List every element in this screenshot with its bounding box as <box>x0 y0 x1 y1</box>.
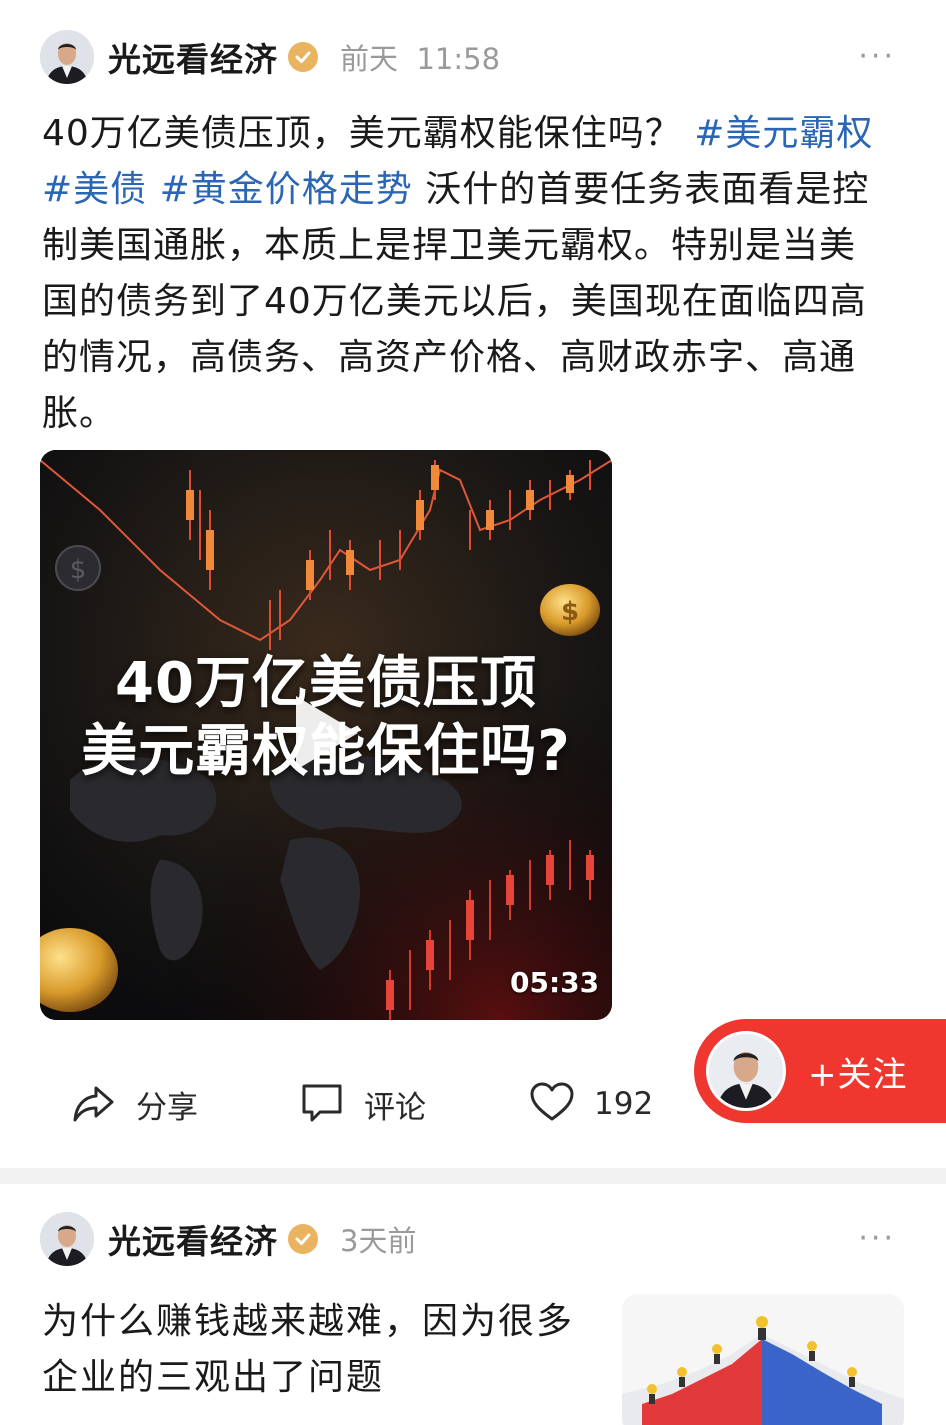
share-icon <box>70 1078 118 1130</box>
follow-label: +关注 <box>808 1054 908 1095</box>
author-name[interactable]: 光远看经济 <box>108 1215 278 1263</box>
feed-post[interactable]: 光远看经济 3天前 ··· 为什么赚钱越来越难，因为很多企业的三观出了问题 <box>0 1184 946 1425</box>
like-button[interactable]: 192 <box>528 1078 653 1130</box>
hashtag-link[interactable]: #美债 <box>42 169 147 210</box>
feed-post[interactable]: 光远看经济 前天 11:58 ··· 40万亿美债压顶，美元霸权能保住吗？ #美… <box>0 0 946 1168</box>
video-duration: 05:33 <box>510 966 600 999</box>
follow-button[interactable]: +关注 <box>694 1019 946 1123</box>
more-options-icon[interactable]: ··· <box>858 42 896 72</box>
post-text[interactable]: 40万亿美债压顶，美元霸权能保住吗？ #美元霸权 #美债 #黄金价格走势 沃什的… <box>42 106 892 442</box>
post-day: 前天 <box>340 42 399 76</box>
comment-icon <box>298 1078 346 1130</box>
post-time: 3天前 <box>340 1224 417 1258</box>
post-header: 光远看经济 3天前 <box>40 1212 416 1266</box>
verified-icon <box>288 42 318 72</box>
author-name[interactable]: 光远看经济 <box>108 33 278 81</box>
comment-label: 评论 <box>364 1089 426 1126</box>
like-count: 192 <box>594 1086 654 1122</box>
follow-avatar <box>706 1031 786 1111</box>
feed-divider <box>0 1168 946 1184</box>
post-time: 前天 11:58 <box>340 36 500 78</box>
author-avatar[interactable] <box>40 30 94 84</box>
share-button[interactable]: 分享 <box>70 1078 198 1130</box>
hashtag-link[interactable]: #黄金价格走势 <box>160 169 413 210</box>
share-label: 分享 <box>136 1089 198 1126</box>
post-clock: 11:58 <box>416 42 501 76</box>
post-title[interactable]: 为什么赚钱越来越难，因为很多企业的三观出了问题 <box>42 1294 602 1406</box>
svg-text:$: $ <box>70 555 87 585</box>
more-options-icon[interactable]: ··· <box>858 1224 896 1254</box>
thumbnail-image <box>622 1294 904 1425</box>
comment-button[interactable]: 评论 <box>298 1078 426 1130</box>
author-avatar[interactable] <box>40 1212 94 1266</box>
post-header: 光远看经济 前天 11:58 <box>40 30 500 84</box>
post-thumbnail[interactable] <box>622 1294 904 1425</box>
post-intro: 40万亿美债压顶，美元霸权能保住吗？ <box>42 113 682 154</box>
play-icon[interactable] <box>296 696 358 770</box>
like-icon <box>528 1078 576 1130</box>
hashtag-link[interactable]: #美元霸权 <box>694 113 873 154</box>
verified-icon <box>288 1224 318 1254</box>
svg-text:$: $ <box>561 597 579 627</box>
